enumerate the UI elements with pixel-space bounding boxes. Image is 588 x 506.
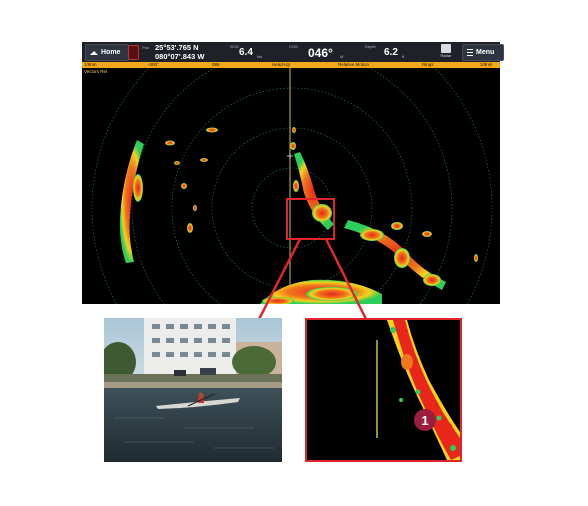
radar-zoom-inset: [305, 318, 462, 462]
zoom-echoes: [387, 320, 460, 460]
connector-lines: [224, 238, 406, 396]
kayak-photo: [104, 318, 282, 462]
callout-marker: 1: [414, 409, 436, 431]
